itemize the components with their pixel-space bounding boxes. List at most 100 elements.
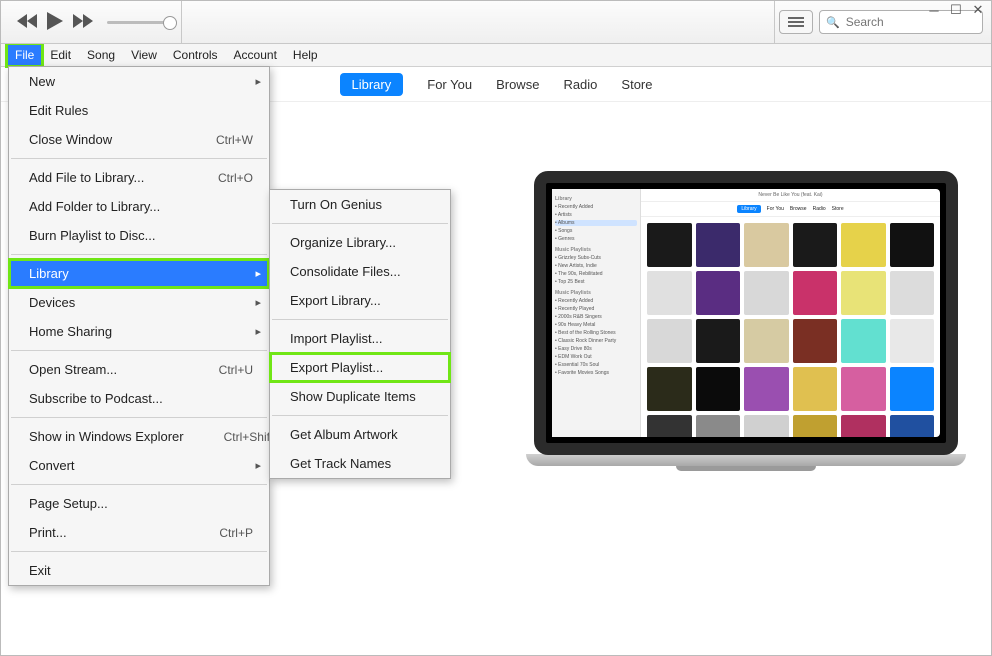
- mac-sidebar-item: • Top 25 Best: [555, 279, 637, 285]
- menu-account[interactable]: Account: [226, 44, 285, 66]
- menu-item[interactable]: Export Playlist...: [270, 353, 450, 382]
- menu-view[interactable]: View: [123, 44, 165, 66]
- menu-song[interactable]: Song: [79, 44, 123, 66]
- menu-item[interactable]: Turn On Genius: [270, 190, 450, 219]
- tab-for-you[interactable]: For You: [427, 77, 472, 92]
- menu-item-label: Show Duplicate Items: [290, 389, 416, 404]
- mac-tabs: Library For You Browse Radio Store: [641, 202, 940, 217]
- menu-item-label: Open Stream...: [29, 362, 117, 377]
- menu-item-shortcut: Ctrl+U: [219, 363, 253, 377]
- list-view-button[interactable]: [779, 10, 813, 34]
- window-controls: ─ ☐ ✕: [925, 3, 987, 17]
- tab-browse[interactable]: Browse: [496, 77, 539, 92]
- mac-album-cover: [793, 415, 838, 437]
- menu-item[interactable]: Edit Rules: [9, 96, 269, 125]
- mac-sidebar-item: • Genres: [555, 236, 637, 242]
- tab-library[interactable]: Library: [340, 73, 404, 96]
- menu-controls[interactable]: Controls: [165, 44, 226, 66]
- mac-sidebar-heading: Music Playlists: [555, 247, 637, 253]
- menu-separator: [272, 319, 448, 320]
- menu-separator: [11, 484, 267, 485]
- menu-separator: [272, 415, 448, 416]
- now-playing-area: [181, 1, 775, 43]
- menu-separator: [11, 417, 267, 418]
- menu-item[interactable]: Library: [9, 259, 269, 288]
- menu-item-label: Add File to Library...: [29, 170, 144, 185]
- menu-item[interactable]: Export Library...: [270, 286, 450, 315]
- menu-bar: File Edit Song View Controls Account Hel…: [1, 44, 991, 67]
- minimize-button[interactable]: ─: [925, 3, 943, 17]
- maximize-button[interactable]: ☐: [947, 3, 965, 17]
- mac-sidebar-item: • Recently Added: [555, 298, 637, 304]
- mac-album-cover: [744, 415, 789, 437]
- menu-item[interactable]: Burn Playlist to Disc...: [9, 221, 269, 250]
- next-track-icon[interactable]: [73, 14, 93, 31]
- menu-item[interactable]: Page Setup...: [9, 489, 269, 518]
- mac-album-cover: [696, 367, 741, 411]
- mac-album-cover: [696, 319, 741, 363]
- mac-album-cover: [744, 319, 789, 363]
- mac-sidebar-item: • Grizzley Subs-Cuts: [555, 255, 637, 261]
- menu-item-label: Organize Library...: [290, 235, 396, 250]
- menu-item[interactable]: Print...Ctrl+P: [9, 518, 269, 547]
- menu-item[interactable]: New: [9, 67, 269, 96]
- menu-item[interactable]: Open Stream... Ctrl+U: [9, 355, 269, 384]
- menu-item[interactable]: Home Sharing: [9, 317, 269, 346]
- menu-item[interactable]: Add Folder to Library...: [9, 192, 269, 221]
- menu-item[interactable]: Subscribe to Podcast...: [9, 384, 269, 413]
- menu-item-label: New: [29, 74, 55, 89]
- mac-tab-radio: Radio: [813, 206, 826, 212]
- macbook-illustration: Library • Recently Added • Artists • Albums…: [521, 171, 971, 471]
- search-icon: 🔍: [826, 16, 840, 29]
- menu-item[interactable]: Show Duplicate Items: [270, 382, 450, 411]
- menu-item-label: Get Track Names: [290, 456, 391, 471]
- menu-item[interactable]: Exit: [9, 556, 269, 585]
- mac-album-cover: [647, 319, 692, 363]
- menu-file[interactable]: File: [7, 44, 42, 66]
- menu-help[interactable]: Help: [285, 44, 326, 66]
- menu-item-label: Export Library...: [290, 293, 381, 308]
- mac-album-cover: [841, 367, 886, 411]
- menu-item-label: Home Sharing: [29, 324, 112, 339]
- menu-item[interactable]: Add File to Library... Ctrl+O: [9, 163, 269, 192]
- menu-item-label: Get Album Artwork: [290, 427, 398, 442]
- prev-track-icon[interactable]: [17, 14, 37, 31]
- play-icon[interactable]: [47, 12, 63, 33]
- menu-edit[interactable]: Edit: [42, 44, 79, 66]
- menu-separator: [11, 158, 267, 159]
- mac-now-playing: Never Be Like You (feat. Kai): [641, 189, 940, 202]
- tab-store[interactable]: Store: [621, 77, 652, 92]
- menu-item[interactable]: Consolidate Files...: [270, 257, 450, 286]
- tab-radio[interactable]: Radio: [563, 77, 597, 92]
- mac-sidebar-item: • 90s Heavy Metal: [555, 322, 637, 328]
- menu-item[interactable]: Get Album Artwork: [270, 420, 450, 449]
- menu-item[interactable]: Close WindowCtrl+W: [9, 125, 269, 154]
- menu-item-label: Page Setup...: [29, 496, 108, 511]
- mac-sidebar-item: • Artists: [555, 212, 637, 218]
- menu-item-label: Burn Playlist to Disc...: [29, 228, 155, 243]
- mac-album-cover: [696, 223, 741, 267]
- menu-separator: [11, 350, 267, 351]
- volume-slider[interactable]: [107, 21, 177, 24]
- menu-item[interactable]: Import Playlist...: [270, 324, 450, 353]
- menu-item[interactable]: Convert: [9, 451, 269, 480]
- menu-item[interactable]: Show in Windows ExplorerCtrl+Shift+R: [9, 422, 269, 451]
- menu-item-label: Consolidate Files...: [290, 264, 401, 279]
- menu-item-label: Turn On Genius: [290, 197, 382, 212]
- menu-item-label: Export Playlist...: [290, 360, 383, 375]
- mac-sidebar-item: • The 90s, Rebilitated: [555, 271, 637, 277]
- menu-item[interactable]: Organize Library...: [270, 228, 450, 257]
- mac-sidebar-heading: Music Playlists: [555, 290, 637, 296]
- menu-item-shortcut: Ctrl+O: [218, 171, 253, 185]
- mac-album-cover: [793, 271, 838, 315]
- mac-album-cover: [841, 415, 886, 437]
- menu-item[interactable]: Get Track Names: [270, 449, 450, 478]
- mac-sidebar-item: • Albums: [555, 220, 637, 226]
- mac-sidebar-heading: Library: [555, 196, 637, 202]
- menu-item[interactable]: Devices: [9, 288, 269, 317]
- mac-tab-foryou: For You: [767, 206, 784, 212]
- mac-sidebar-item: • Recently Added: [555, 204, 637, 210]
- close-button[interactable]: ✕: [969, 3, 987, 17]
- mac-album-cover: [841, 271, 886, 315]
- mac-sidebar-item: • Easy Drive 80s: [555, 346, 637, 352]
